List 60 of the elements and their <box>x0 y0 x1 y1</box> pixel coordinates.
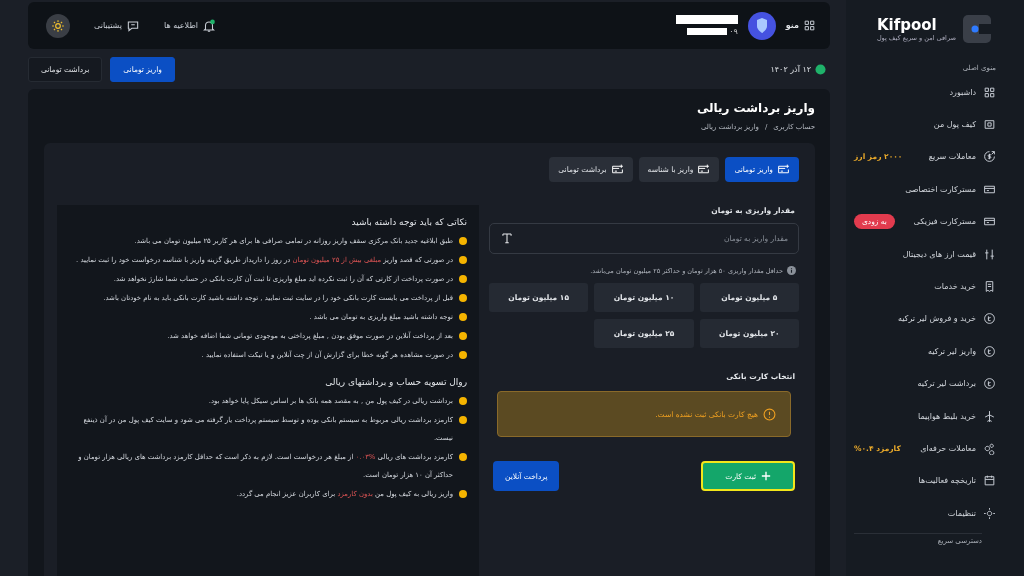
text-icon <box>500 231 514 245</box>
grid-icon <box>983 85 996 99</box>
bullet-icon <box>459 294 467 302</box>
bullet-icon <box>459 351 467 359</box>
calendar-icon <box>983 474 996 488</box>
menu-button[interactable]: منو <box>785 19 816 32</box>
sidebar-item[interactable]: تاریخچه فعالیت‌ها <box>854 464 996 498</box>
warning-icon <box>763 407 776 421</box>
bullet-icon <box>459 313 467 321</box>
card-icon <box>697 163 711 176</box>
sidebar-item[interactable]: داشبورد <box>854 76 996 109</box>
sidebar-item[interactable]: خرید بلیط هواپیما <box>854 399 996 433</box>
sidebar-item[interactable]: برداشت لیر ترکیه <box>854 367 996 400</box>
airplane-icon <box>983 409 996 423</box>
page-title: واریز برداشت ریالی <box>695 101 815 115</box>
gear-icon <box>983 506 996 520</box>
phone-text: ۰۹ <box>729 27 738 36</box>
coin-icon <box>983 312 996 326</box>
theme-toggle[interactable] <box>46 13 70 38</box>
coin-icon <box>983 377 996 391</box>
bullet-icon <box>459 397 467 405</box>
bullet-icon <box>459 332 467 340</box>
card-icon <box>610 163 624 176</box>
redaction-bar <box>687 28 728 35</box>
date-text: ۱۲ آذر ۱۴۰۲ <box>770 64 811 74</box>
logo-icon <box>962 14 992 44</box>
bullet-icon <box>459 275 467 283</box>
card-icon <box>777 163 790 176</box>
bullet-icon <box>459 453 467 461</box>
sidebar-item[interactable]: کیف پول من <box>854 108 996 141</box>
avatar-icon[interactable] <box>747 11 776 40</box>
sidebar-item[interactable]: تنظیمات <box>854 497 996 530</box>
coin-icon <box>983 344 996 358</box>
sidebar-item[interactable]: مسترکارت اختصاصی <box>854 173 996 206</box>
bullet-icon <box>459 237 467 245</box>
coins-icon <box>983 442 996 455</box>
grid-icon <box>803 19 816 32</box>
support-link[interactable]: پشتیبانی <box>94 18 140 33</box>
dollar-coin-icon <box>983 150 996 164</box>
bullet-icon <box>459 256 467 264</box>
receipt-icon <box>983 280 996 294</box>
bullet-icon <box>459 416 467 424</box>
notes-heading: روال تسویه حساب و برداشتهای ریالی <box>324 377 467 387</box>
notes-heading: نکاتی که باید توجه داشته باشید <box>350 217 467 227</box>
sidebar-item[interactable]: خرید و فروش لیر ترکیه <box>854 302 996 336</box>
sun-icon <box>51 18 65 33</box>
sidebar-item[interactable]: قیمت ارز های دیجیتال <box>854 237 996 271</box>
status-dot-icon <box>815 63 826 75</box>
sidebar-item[interactable]: خرید خدمات <box>854 270 996 303</box>
wallet-icon <box>983 118 996 132</box>
bell-icon <box>202 18 216 33</box>
sliders-icon <box>983 247 996 261</box>
bullet-icon <box>459 490 467 498</box>
plus-icon <box>761 471 771 481</box>
logo-text: Kifpool <box>876 16 937 34</box>
notifications-link[interactable]: اطلاعیه ها <box>163 18 216 33</box>
info-icon <box>787 266 796 275</box>
chat-icon <box>125 18 140 33</box>
redaction-bar <box>675 15 738 24</box>
sidebar-item[interactable]: واریز لیر ترکیه <box>854 335 996 368</box>
